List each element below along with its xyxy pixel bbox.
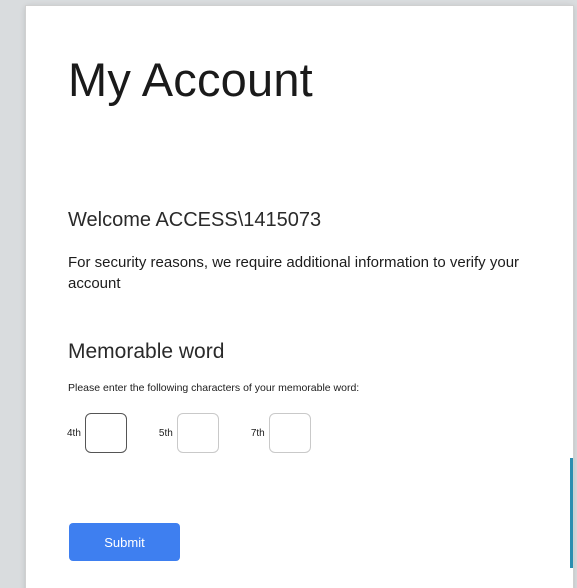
char-input-5th[interactable] [176,413,219,453]
char-input-4th[interactable] [84,413,127,453]
char-label-4th: 4th [67,427,81,439]
char-label-5th: 5th [158,427,173,439]
page-title: My Account [68,53,313,106]
memorable-word-fields: 4th 5th 7th [67,413,343,453]
security-message: For security reasons, we require additio… [68,254,520,292]
memorable-word-heading: Memorable word [68,340,225,363]
welcome-message: Welcome ACCESS\1415073 [68,209,322,231]
char-field-group-4th: 4th [67,413,127,453]
char-field-group-7th: 7th [251,413,311,453]
side-accent-bar [570,458,573,568]
char-input-7th[interactable] [268,413,311,453]
char-field-group-5th: 5th [159,413,219,453]
page: My Account Welcome ACCESS\1415073 For se… [0,0,577,588]
memorable-word-instruction: Please enter the following characters of… [68,382,360,394]
char-label-7th: 7th [250,427,265,439]
account-card: My Account Welcome ACCESS\1415073 For se… [26,6,573,588]
submit-button[interactable]: Submit [69,523,180,561]
